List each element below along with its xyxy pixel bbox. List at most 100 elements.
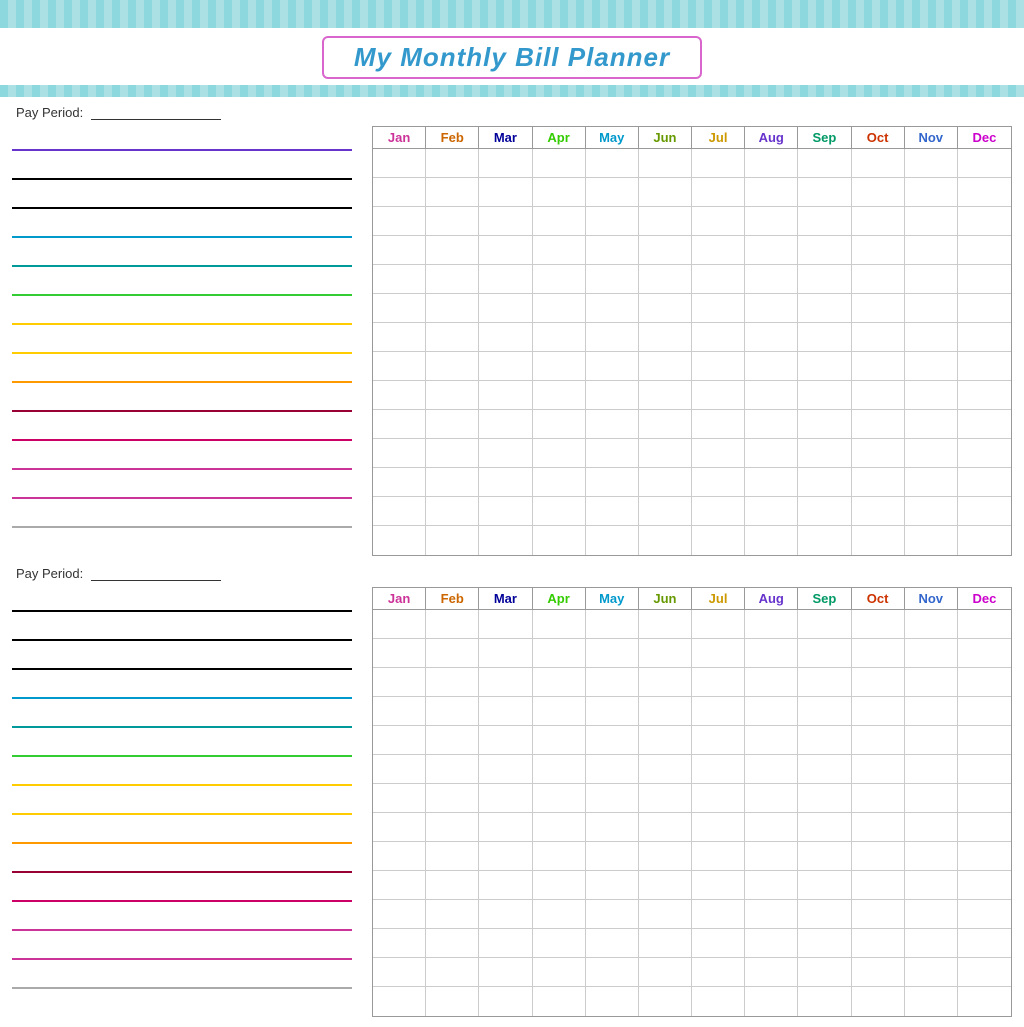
grid-cell[interactable]	[692, 842, 745, 871]
grid-cell[interactable]	[373, 697, 426, 726]
grid-cell[interactable]	[479, 410, 532, 439]
grid-cell[interactable]	[533, 813, 586, 842]
grid-cell[interactable]	[373, 149, 426, 178]
grid-cell[interactable]	[745, 784, 798, 813]
grid-row[interactable]	[373, 526, 1011, 555]
grid-cell[interactable]	[639, 610, 692, 639]
grid-cell[interactable]	[639, 178, 692, 207]
grid-cell[interactable]	[639, 294, 692, 323]
grid-cell[interactable]	[905, 352, 958, 381]
grid-cell[interactable]	[852, 468, 905, 497]
grid-cell[interactable]	[533, 871, 586, 900]
grid-cell[interactable]	[426, 497, 479, 526]
grid-cell[interactable]	[905, 610, 958, 639]
grid-cell[interactable]	[426, 726, 479, 755]
grid-cell[interactable]	[373, 639, 426, 668]
grid-row[interactable]	[373, 929, 1011, 958]
grid-cell[interactable]	[533, 439, 586, 468]
grid-cell[interactable]	[958, 929, 1011, 958]
grid-cell[interactable]	[745, 958, 798, 987]
grid-row[interactable]	[373, 958, 1011, 987]
grid-cell[interactable]	[905, 294, 958, 323]
grid-cell[interactable]	[852, 784, 905, 813]
grid-cell[interactable]	[533, 726, 586, 755]
grid-cell[interactable]	[533, 526, 586, 555]
grid-cell[interactable]	[533, 410, 586, 439]
grid-cell[interactable]	[586, 755, 639, 784]
grid-cell[interactable]	[479, 178, 532, 207]
grid-cell[interactable]	[373, 842, 426, 871]
grid-cell[interactable]	[958, 439, 1011, 468]
grid-cell[interactable]	[745, 610, 798, 639]
grid-cell[interactable]	[692, 668, 745, 697]
grid-cell[interactable]	[852, 178, 905, 207]
grid-cell[interactable]	[745, 149, 798, 178]
grid-cell[interactable]	[533, 381, 586, 410]
grid-cell[interactable]	[745, 755, 798, 784]
grid-cell[interactable]	[905, 639, 958, 668]
grid-cell[interactable]	[692, 784, 745, 813]
grid-cell[interactable]	[479, 987, 532, 1016]
grid-cell[interactable]	[798, 726, 851, 755]
grid-cell[interactable]	[586, 726, 639, 755]
grid-cell[interactable]	[958, 236, 1011, 265]
grid-row[interactable]	[373, 381, 1011, 410]
grid-cell[interactable]	[905, 439, 958, 468]
grid-cell[interactable]	[852, 265, 905, 294]
grid-cell[interactable]	[692, 929, 745, 958]
grid-cell[interactable]	[958, 468, 1011, 497]
grid-cell[interactable]	[639, 958, 692, 987]
grid-cell[interactable]	[905, 323, 958, 352]
grid-cell[interactable]	[426, 323, 479, 352]
grid-cell[interactable]	[692, 987, 745, 1016]
grid-cell[interactable]	[426, 755, 479, 784]
grid-cell[interactable]	[852, 439, 905, 468]
grid-row[interactable]	[373, 178, 1011, 207]
grid-cell[interactable]	[692, 639, 745, 668]
grid-cell[interactable]	[852, 149, 905, 178]
grid-cell[interactable]	[798, 784, 851, 813]
grid-cell[interactable]	[426, 526, 479, 555]
grid-cell[interactable]	[852, 958, 905, 987]
grid-cell[interactable]	[586, 381, 639, 410]
grid-cell[interactable]	[852, 410, 905, 439]
grid-cell[interactable]	[852, 755, 905, 784]
grid-cell[interactable]	[692, 468, 745, 497]
grid-cell[interactable]	[426, 813, 479, 842]
grid-cell[interactable]	[373, 236, 426, 265]
grid-cell[interactable]	[533, 639, 586, 668]
grid-cell[interactable]	[479, 236, 532, 265]
grid-cell[interactable]	[533, 842, 586, 871]
grid-cell[interactable]	[692, 381, 745, 410]
grid-cell[interactable]	[745, 265, 798, 294]
grid-cell[interactable]	[373, 958, 426, 987]
grid-cell[interactable]	[905, 813, 958, 842]
grid-cell[interactable]	[373, 526, 426, 555]
grid-cell[interactable]	[533, 610, 586, 639]
grid-cell[interactable]	[426, 468, 479, 497]
grid-cell[interactable]	[479, 610, 532, 639]
grid-cell[interactable]	[479, 265, 532, 294]
grid-cell[interactable]	[798, 755, 851, 784]
grid-cell[interactable]	[905, 842, 958, 871]
grid-cell[interactable]	[426, 207, 479, 236]
grid-cell[interactable]	[373, 929, 426, 958]
grid-cell[interactable]	[533, 900, 586, 929]
grid-cell[interactable]	[639, 929, 692, 958]
grid-cell[interactable]	[586, 958, 639, 987]
grid-cell[interactable]	[745, 439, 798, 468]
grid-cell[interactable]	[958, 784, 1011, 813]
grid-cell[interactable]	[586, 526, 639, 555]
grid-cell[interactable]	[745, 352, 798, 381]
grid-cell[interactable]	[958, 639, 1011, 668]
grid-cell[interactable]	[905, 697, 958, 726]
grid-cell[interactable]	[533, 497, 586, 526]
grid-cell[interactable]	[639, 381, 692, 410]
grid-cell[interactable]	[905, 929, 958, 958]
grid-cell[interactable]	[798, 352, 851, 381]
grid-row[interactable]	[373, 410, 1011, 439]
grid-cell[interactable]	[639, 468, 692, 497]
grid-cell[interactable]	[852, 352, 905, 381]
grid-cell[interactable]	[692, 323, 745, 352]
grid-cell[interactable]	[533, 784, 586, 813]
